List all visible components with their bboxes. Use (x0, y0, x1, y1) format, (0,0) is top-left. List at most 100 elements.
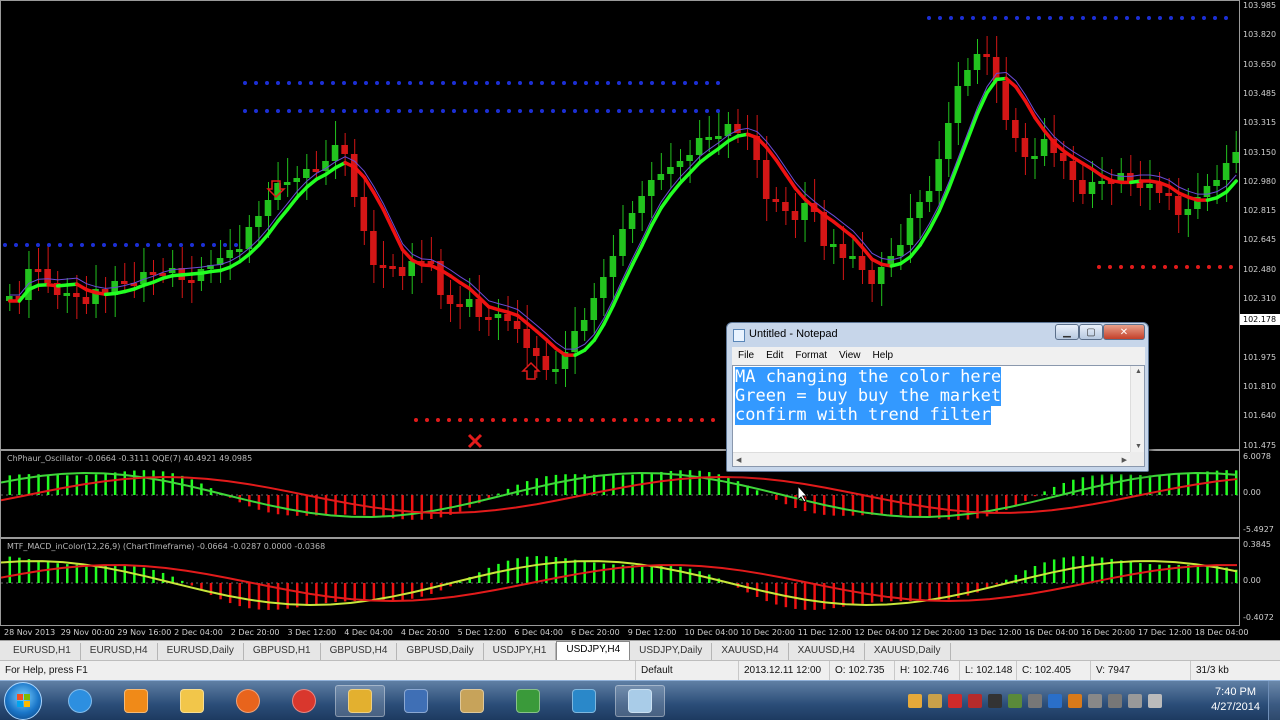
status-profile: Default (635, 661, 673, 681)
symbol-tab[interactable]: USDJPY,Daily (630, 643, 713, 660)
level-dot (353, 109, 357, 113)
time-tick: 4 Dec 04:00 (344, 628, 393, 637)
ie-taskbar-button[interactable] (55, 685, 105, 717)
moving-average-segment (295, 185, 309, 199)
tray-icon[interactable] (1148, 694, 1162, 708)
maximize-button[interactable]: ▢ (1079, 324, 1103, 340)
menu-help[interactable]: Help (867, 347, 900, 365)
minimize-button[interactable]: ▁ (1055, 324, 1079, 340)
macd-axis: 0.3845 0.00 -0.4072 (1240, 538, 1280, 626)
text-area[interactable]: MA changing the color here Green = buy b… (732, 365, 1145, 467)
level-dot (993, 16, 997, 20)
level-dot (546, 418, 550, 422)
tray-icon[interactable] (1028, 694, 1042, 708)
level-dot (1169, 16, 1173, 20)
level-dot (524, 418, 528, 422)
system-tray: 7:40 PM 4/27/2014 (900, 681, 1280, 720)
scroll-up-icon[interactable]: ▲ (1135, 368, 1142, 375)
symbol-tab[interactable]: EURUSD,Daily (158, 643, 244, 660)
level-dot (298, 109, 302, 113)
moving-average-segment (659, 192, 673, 210)
level-dot (1136, 16, 1140, 20)
firefox-icon (236, 689, 260, 713)
alpari-taskbar-button[interactable] (447, 685, 497, 717)
tray-icon[interactable] (1108, 694, 1122, 708)
level-dot (1092, 16, 1096, 20)
symbol-tab[interactable]: GBPUSD,H1 (244, 643, 321, 660)
resize-grip[interactable] (1130, 452, 1144, 466)
level-dot (353, 81, 357, 85)
menu-file[interactable]: File (732, 347, 760, 365)
moving-average-segment (1033, 115, 1047, 133)
horizontal-scrollbar[interactable]: ◀ ▶ (733, 452, 1130, 466)
price-tick: 103.150 (1243, 147, 1277, 157)
candle-body (944, 123, 952, 159)
level-dot (716, 109, 720, 113)
candle-body (1222, 163, 1230, 180)
symbol-tab[interactable]: USDJPY,H1 (484, 643, 557, 660)
symbol-tab[interactable]: GBPUSD,H4 (321, 643, 398, 660)
tray-icon[interactable] (1088, 694, 1102, 708)
metatrader-icon (348, 689, 372, 713)
tray-icon[interactable] (1048, 694, 1062, 708)
folder-taskbar-button[interactable] (167, 685, 217, 717)
taskbar: 7:40 PM 4/27/2014 (0, 680, 1280, 720)
vlc-taskbar-button[interactable] (111, 685, 161, 717)
tray-icon[interactable] (928, 694, 942, 708)
tray-icon[interactable] (988, 694, 1002, 708)
menu-edit[interactable]: Edit (760, 347, 789, 365)
time-tick: 4 Dec 20:00 (400, 628, 450, 637)
tray-icon[interactable] (1068, 694, 1082, 708)
level-dot (529, 109, 533, 113)
menu-view[interactable]: View (833, 347, 867, 365)
scroll-down-icon[interactable]: ▼ (1135, 443, 1142, 450)
metatrader-taskbar-button[interactable] (335, 685, 385, 717)
level-dot (584, 109, 588, 113)
candle-body (830, 244, 837, 247)
firefox-taskbar-button[interactable] (223, 685, 273, 717)
close-button[interactable]: ✕ (1103, 324, 1145, 340)
level-dot (265, 109, 269, 113)
tray-icon[interactable] (948, 694, 962, 708)
start-button[interactable] (4, 682, 42, 720)
level-dot (190, 243, 194, 247)
symbol-tab[interactable]: XAUUSD,H4 (789, 643, 865, 660)
macd-pane[interactable]: MTF_MACD_inColor(12,26,9) (ChartTimefram… (0, 538, 1240, 626)
macd-chart (1, 556, 1239, 610)
symbol-tab[interactable]: EURUSD,H4 (81, 643, 158, 660)
chrome-taskbar-button[interactable] (279, 685, 329, 717)
scroll-left-icon[interactable]: ◀ (736, 456, 741, 464)
show-desktop-button[interactable] (1268, 681, 1280, 720)
notepad-taskbar-button[interactable] (615, 685, 665, 717)
notepad-window[interactable]: Untitled - Notepad ▁ ▢ ✕ File Edit Forma… (726, 322, 1149, 472)
scroll-right-icon[interactable]: ▶ (1122, 456, 1127, 464)
menu-format[interactable]: Format (789, 347, 833, 365)
forex-taskbar-button[interactable] (503, 685, 553, 717)
browser-taskbar-button[interactable] (559, 685, 609, 717)
oscillator-label: ChPhaur_Oscillator -0.0664 -0.3111 QQE(7… (7, 454, 253, 463)
tray-icon[interactable] (1008, 694, 1022, 708)
remote-taskbar-button[interactable] (391, 685, 441, 717)
time-tick: 16 Dec 20:00 (1081, 628, 1136, 637)
tray-icon[interactable] (908, 694, 922, 708)
level-dot (375, 81, 379, 85)
vertical-scrollbar[interactable]: ▲ ▼ (1130, 366, 1144, 452)
symbol-tab[interactable]: GBPUSD,Daily (397, 643, 484, 660)
moving-average-segment (793, 186, 807, 202)
symbol-tab[interactable]: EURUSD,H1 (4, 643, 81, 660)
moving-average-segment (257, 232, 271, 247)
tray-icon[interactable] (1128, 694, 1142, 708)
level-dot (529, 81, 533, 85)
level-dot (562, 81, 566, 85)
level-dot (705, 81, 709, 85)
price-tick: 103.650 (1243, 59, 1277, 69)
time-tick: 10 Dec 20:00 (741, 628, 795, 637)
symbol-tab[interactable]: XAUUSD,H4 (712, 643, 789, 660)
level-dot (1207, 265, 1211, 269)
candle-body (1098, 181, 1105, 184)
symbol-tab[interactable]: XAUUSD,Daily (865, 643, 951, 660)
symbol-tab[interactable]: USDJPY,H4 (556, 641, 631, 660)
time-tick: 3 Dec 12:00 (287, 628, 337, 637)
clock[interactable]: 7:40 PM 4/27/2014 (1211, 685, 1260, 715)
tray-icon[interactable] (968, 694, 982, 708)
